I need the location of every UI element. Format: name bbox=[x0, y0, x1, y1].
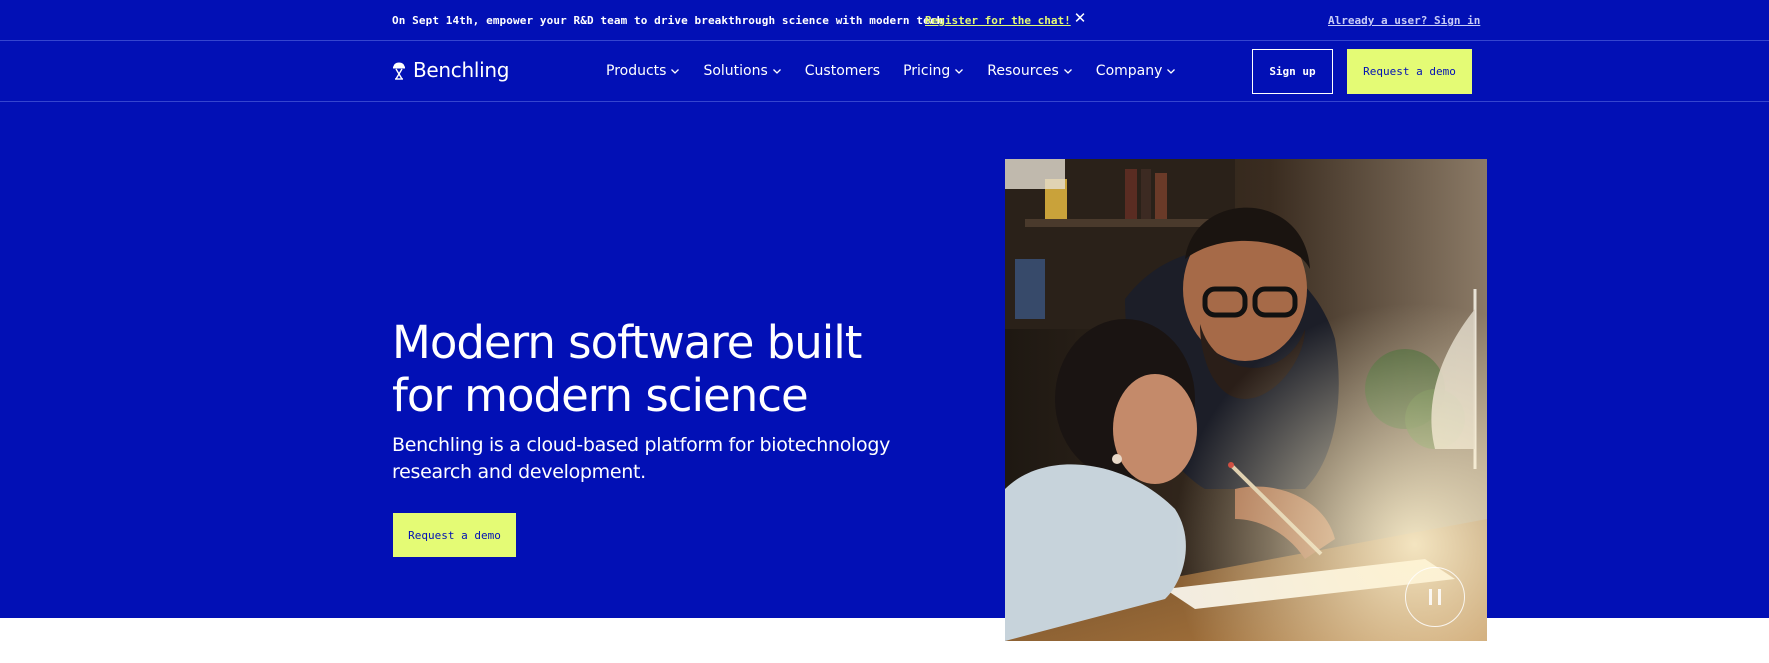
register-chat-link[interactable]: Register for the chat! bbox=[925, 14, 1071, 27]
jellyfish-logo-icon bbox=[393, 62, 405, 80]
nav-item-label: Pricing bbox=[903, 63, 951, 79]
chevron-down-icon bbox=[671, 69, 680, 74]
nav-item-pricing[interactable]: Pricing bbox=[903, 61, 964, 81]
hero-subtitle: Benchling is a cloud-based platform for … bbox=[392, 434, 891, 483]
nav-item-label: Customers bbox=[804, 63, 881, 79]
request-demo-hero-button[interactable]: Request a demo bbox=[393, 513, 516, 557]
announcement-text: On Sept 14th, empower your R&D team to d… bbox=[392, 14, 944, 27]
sign-up-button[interactable]: Sign up bbox=[1252, 49, 1333, 94]
pause-bar bbox=[1438, 589, 1441, 605]
sign-in-link[interactable]: Already a user? Sign in bbox=[1328, 14, 1480, 27]
nav-item-company[interactable]: Company bbox=[1096, 61, 1177, 81]
close-icon[interactable]: ✕ bbox=[1073, 11, 1087, 27]
nav-menu: Products Solutions Customers Pricing Res… bbox=[606, 61, 1199, 81]
chevron-down-icon bbox=[1167, 69, 1176, 74]
request-demo-nav-button[interactable]: Request a demo bbox=[1347, 49, 1472, 94]
nav-item-label: Company bbox=[1095, 63, 1163, 79]
chevron-down-icon bbox=[772, 69, 781, 74]
nav-item-label: Solutions bbox=[703, 63, 768, 79]
hero-photo-illustration bbox=[1005, 159, 1487, 641]
nav-item-solutions[interactable]: Solutions bbox=[703, 61, 781, 81]
nav-item-resources[interactable]: Resources bbox=[987, 61, 1073, 81]
main-nav: Benchling Products Solutions Customers P… bbox=[0, 41, 1769, 102]
chevron-down-icon bbox=[955, 69, 964, 74]
hero-title: Modern software built for modern science bbox=[392, 316, 862, 422]
pause-icon[interactable] bbox=[1405, 567, 1465, 627]
hero-photo bbox=[1005, 159, 1487, 641]
chevron-down-icon bbox=[1063, 69, 1072, 74]
nav-item-label: Resources bbox=[987, 63, 1059, 79]
benchling-logo[interactable]: Benchling bbox=[392, 57, 509, 83]
announcement-bar: On Sept 14th, empower your R&D team to d… bbox=[0, 0, 1769, 41]
logo-text: Benchling bbox=[413, 58, 510, 82]
nav-item-label: Products bbox=[606, 63, 667, 79]
nav-item-products[interactable]: Products bbox=[606, 61, 680, 81]
pause-bar bbox=[1429, 589, 1432, 605]
nav-item-customers[interactable]: Customers bbox=[805, 61, 880, 81]
